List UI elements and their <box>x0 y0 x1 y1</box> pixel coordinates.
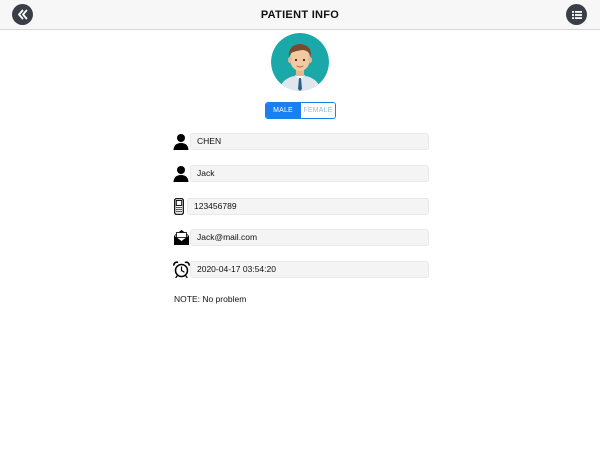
first-name-field[interactable]: Jack <box>190 165 429 182</box>
phone-field[interactable]: 123456789 <box>187 198 429 215</box>
patient-avatar <box>271 33 329 91</box>
navigation-bar: PATIENT INFO <box>0 0 600 30</box>
email-row: Jack@mail.com <box>172 228 429 246</box>
first-name-row: Jack <box>172 164 429 182</box>
page-title: PATIENT INFO <box>260 9 340 21</box>
gender-option-female[interactable]: FEMALE <box>300 103 335 118</box>
datetime-field[interactable]: 2020-04-17 03:54:20 <box>190 261 429 278</box>
last-name-row: CHEN <box>172 132 429 150</box>
phone-row: 123456789 <box>172 197 429 215</box>
list-icon <box>571 10 582 19</box>
note-text: NOTE: No problem <box>174 294 247 304</box>
email-field[interactable]: Jack@mail.com <box>190 229 429 246</box>
gender-option-male[interactable]: MALE <box>266 103 300 118</box>
datetime-row: 2020-04-17 03:54:20 <box>172 260 429 278</box>
person-icon <box>172 132 190 150</box>
phone-icon <box>172 197 186 215</box>
last-name-field[interactable]: CHEN <box>190 133 429 150</box>
mail-icon <box>172 228 190 246</box>
menu-button[interactable] <box>566 4 587 25</box>
alarm-clock-icon <box>172 260 190 278</box>
gender-selector: MALE FEMALE <box>265 102 336 119</box>
person-icon <box>172 164 190 182</box>
